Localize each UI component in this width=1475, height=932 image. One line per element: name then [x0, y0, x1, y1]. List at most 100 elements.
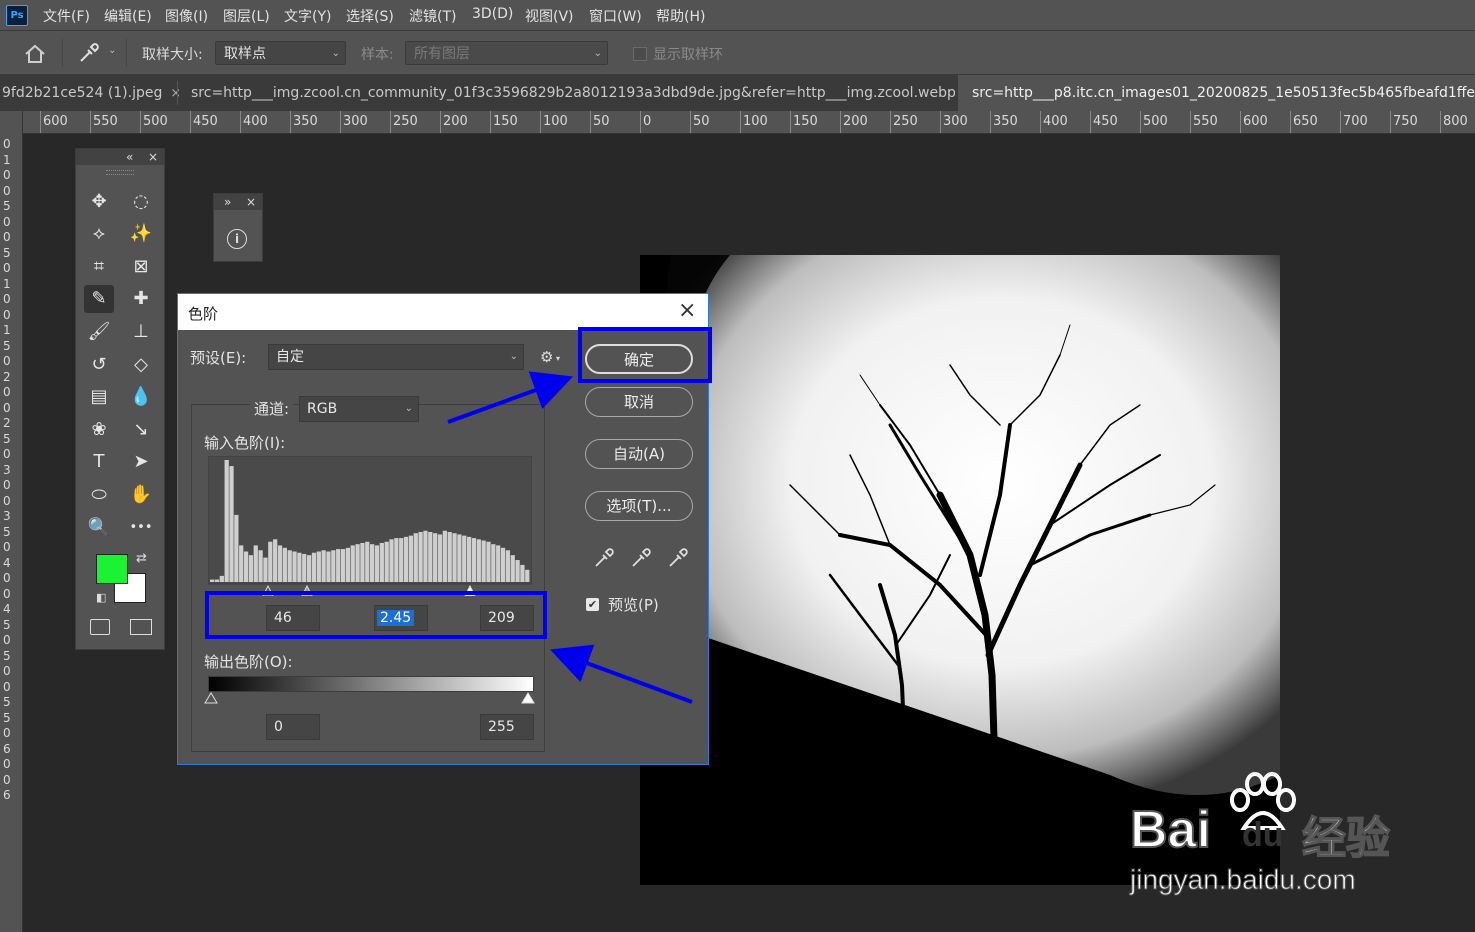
home-icon[interactable]: [24, 44, 46, 64]
ruler-tick-label: 650: [1293, 114, 1318, 129]
watermark-brand-du: du: [1242, 816, 1284, 854]
show-ring-checkbox[interactable]: [633, 47, 647, 61]
expand-icon[interactable]: »: [224, 194, 231, 210]
dialog-title-bar[interactable]: 色阶 ×: [178, 294, 708, 330]
eyedropper-tool-icon[interactable]: ✎: [84, 284, 114, 313]
histogram-bar: [340, 549, 346, 582]
output-black-field[interactable]: 0: [266, 714, 320, 740]
histogram-bar: [413, 533, 418, 582]
stamp-tool-icon[interactable]: ⊥: [126, 317, 156, 345]
zoom-tool-icon[interactable]: 🔍: [84, 513, 114, 541]
eraser-tool-icon[interactable]: ◇: [126, 350, 156, 378]
ruler-tick-label: 5: [3, 524, 11, 539]
chevron-down-icon[interactable]: ⌄: [108, 45, 116, 56]
histogram-bar: [365, 541, 370, 582]
ruler-tick-line: [440, 111, 441, 133]
close-icon[interactable]: ×: [246, 194, 256, 210]
channel-select[interactable]: RGB ⌄: [299, 396, 419, 422]
channel-label: 通道:: [250, 398, 294, 419]
histogram-bar: [311, 552, 317, 582]
tab-document-2[interactable]: src=http___img.zcool.cn_community_01f3c3…: [178, 75, 955, 111]
tab-document-3-active[interactable]: src=http___p8.itc.cn_images01_20200825_1…: [958, 75, 1475, 111]
menu-filter[interactable]: 滤镜(T): [409, 6, 456, 26]
vertical-ruler[interactable]: 0100500501001502002503003504004505005506…: [0, 111, 23, 932]
histogram-bar: [321, 550, 326, 582]
ruler-tick-label: 450: [1093, 114, 1118, 129]
sample-size-select[interactable]: 取样点 ⌄: [215, 41, 346, 65]
hand-tool-icon[interactable]: ✋: [126, 480, 156, 508]
output-levels-label: 输出色阶(O):: [204, 653, 293, 671]
ruler-tick-label: 200: [843, 114, 868, 129]
type-tool-icon[interactable]: T: [84, 448, 114, 476]
dialog-title: 色阶: [188, 305, 219, 323]
ruler-tick-label: 0: [3, 292, 11, 306]
ellipse-shape-tool-icon[interactable]: ⬭: [84, 480, 114, 508]
menu-window[interactable]: 窗口(W): [589, 6, 642, 26]
output-black-slider-handle: [204, 692, 218, 704]
magic-wand-tool-icon[interactable]: ✨: [126, 220, 156, 248]
ruler-tick-line: [690, 111, 691, 133]
ruler-tick-line: [290, 111, 291, 133]
grip-icon[interactable]: [106, 170, 134, 175]
histogram-bar: [306, 555, 312, 582]
ruler-tick-label: 0: [643, 114, 652, 129]
ruler-tick-line: [1240, 111, 1241, 133]
histogram-bar: [273, 539, 278, 582]
default-colors-icon[interactable]: ◧: [96, 591, 106, 604]
dodge-tool-icon[interactable]: ❀: [84, 415, 114, 443]
output-white-field[interactable]: 255: [480, 714, 534, 740]
screen-mode-icon[interactable]: [130, 619, 152, 635]
path-selection-tool-icon[interactable]: ➤: [126, 448, 156, 476]
ruler-tick-label: 500: [143, 114, 168, 129]
quick-mask-icon[interactable]: [90, 619, 110, 635]
horizontal-ruler[interactable]: 600 550 500 450 400 350 300 250 200 150 100 50 0 50 10…: [22, 111, 1475, 134]
history-brush-tool-icon[interactable]: ↺: [84, 350, 114, 378]
eyedropper-icon[interactable]: [78, 42, 100, 64]
move-tool-icon[interactable]: ✥: [84, 187, 114, 215]
histogram-bar: [379, 542, 384, 582]
collapse-icon[interactable]: «: [126, 149, 133, 165]
ruler-tick-label: 300: [943, 114, 968, 129]
more-tools-icon[interactable]: •••: [126, 513, 156, 541]
tools-panel-header[interactable]: « ×: [76, 149, 164, 165]
tab-document-1[interactable]: 9fd2b21ce524 (1).jpeg ×: [0, 75, 179, 111]
ruler-tick-line: [1390, 111, 1391, 133]
info-icon[interactable]: i: [227, 229, 247, 249]
ruler-tick-label: 0: [3, 400, 11, 415]
ruler-tick-label: 500: [1143, 114, 1168, 129]
menu-help[interactable]: 帮助(H): [656, 6, 705, 26]
pen-tool-icon[interactable]: ↘: [126, 415, 156, 443]
blur-tool-icon[interactable]: 💧: [126, 383, 156, 411]
brush-tool-icon[interactable]: 🖌: [84, 317, 114, 345]
info-panel-header[interactable]: » ×: [214, 194, 262, 210]
gradient-tool-icon[interactable]: ▤: [84, 383, 114, 411]
menu-file[interactable]: 文件(F): [43, 6, 90, 26]
crop-tool-icon[interactable]: ⌗: [84, 252, 114, 280]
frame-tool-icon[interactable]: ⊠: [126, 252, 156, 280]
healing-brush-tool-icon[interactable]: ✚: [126, 285, 156, 313]
close-icon[interactable]: ×: [678, 298, 696, 324]
ruler-tick-label: 5: [3, 648, 11, 663]
foreground-color-swatch-top[interactable]: [96, 554, 128, 584]
ruler-tick-label: 3: [3, 462, 11, 477]
menu-type[interactable]: 文字(Y): [284, 6, 331, 26]
sample-select[interactable]: 所有图层 ⌄: [405, 41, 608, 65]
ruler-tick-line: [90, 111, 91, 133]
histogram-bar: [336, 549, 341, 582]
baidu-jingyan-watermark: Bai du 经验 jingyan.baidu.com: [1129, 770, 1470, 900]
histogram-bar: [399, 538, 404, 582]
polygonal-lasso-tool-icon[interactable]: ⟡: [84, 220, 114, 248]
menu-select[interactable]: 选择(S): [346, 6, 394, 26]
ruler-tick-line: [40, 111, 41, 133]
ruler-tick-label: 3: [3, 509, 11, 523]
ellipse-marquee-tool-icon[interactable]: ◌: [126, 187, 156, 215]
menu-view[interactable]: 视图(V): [525, 6, 574, 26]
swap-colors-icon[interactable]: ⇄: [136, 551, 147, 566]
menu-edit[interactable]: 编辑(E): [104, 6, 152, 26]
menu-image[interactable]: 图像(I): [165, 6, 208, 26]
ruler-tick-label: 2: [3, 416, 11, 430]
ruler-tick-label: 0: [3, 493, 11, 508]
menu-layer[interactable]: 图层(L): [223, 6, 270, 26]
menu-3d[interactable]: 3D(D): [472, 6, 513, 22]
close-icon[interactable]: ×: [148, 149, 158, 165]
